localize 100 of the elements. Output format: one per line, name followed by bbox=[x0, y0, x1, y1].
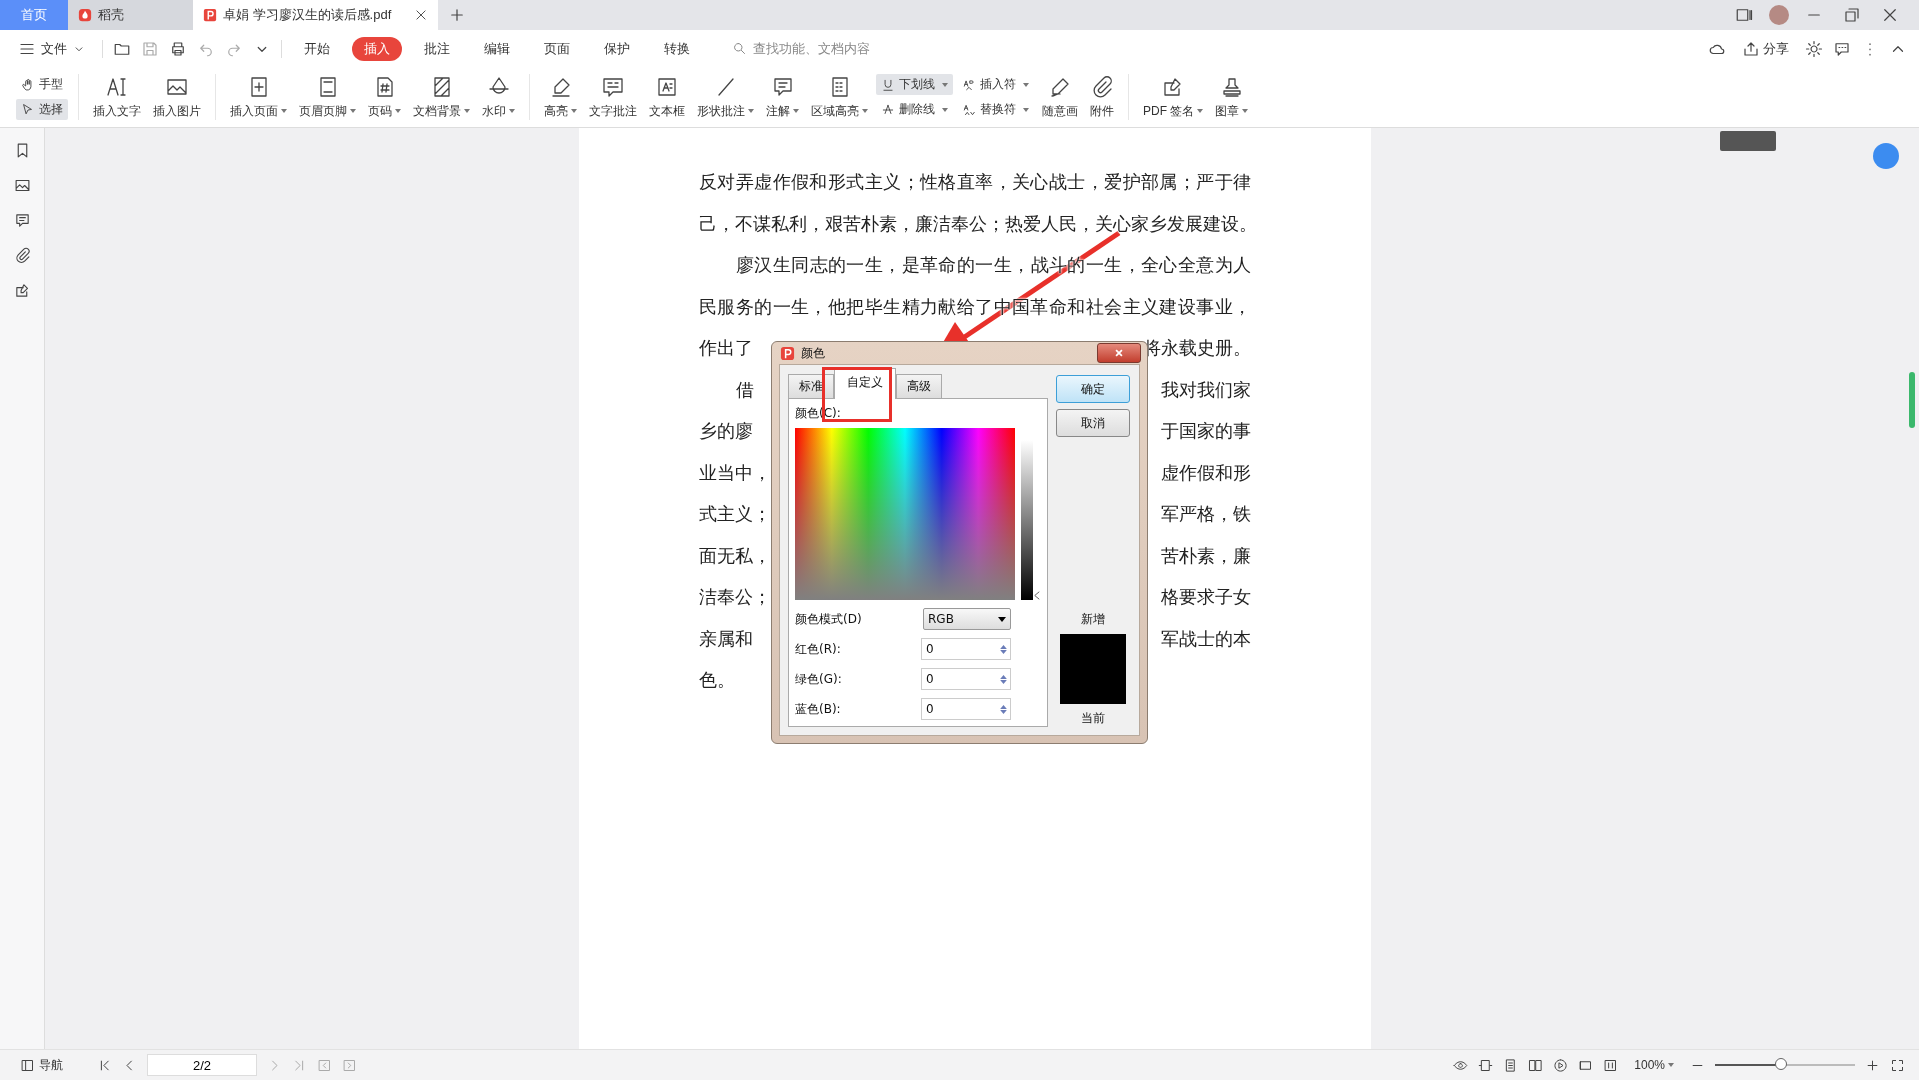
share-button[interactable]: 分享 bbox=[1736, 38, 1795, 59]
panel-icon bbox=[20, 1057, 35, 1073]
number-field[interactable]: 0 bbox=[921, 668, 1011, 690]
ribbon-tab[interactable]: 插入 bbox=[352, 36, 402, 61]
text-fragment: 虚作假和形 bbox=[1161, 461, 1251, 485]
tool-button[interactable]: 文字批注 bbox=[585, 72, 641, 122]
tool-button[interactable]: 文本框 bbox=[645, 72, 689, 122]
document-tab[interactable]: 卓娟 学习廖汉生的读后感.pdf bbox=[193, 0, 438, 30]
window-layout-icon[interactable] bbox=[1735, 6, 1753, 24]
field-label: 蓝色(B): bbox=[795, 700, 841, 718]
ribbon-tab[interactable]: 页面 bbox=[532, 36, 582, 61]
close-icon[interactable] bbox=[414, 8, 428, 22]
replace-mark-icon bbox=[962, 102, 976, 117]
signature-icon[interactable] bbox=[13, 282, 31, 299]
nav-button[interactable]: 导航 bbox=[14, 1055, 69, 1075]
spin-down-icon[interactable] bbox=[1000, 679, 1007, 684]
mode-dropdown[interactable]: RGB bbox=[923, 608, 1011, 630]
tool-button[interactable]: 插入符 bbox=[957, 74, 1034, 95]
tool-button[interactable]: 页眉页脚 bbox=[295, 72, 360, 122]
dialog-tab[interactable]: 高级 bbox=[896, 374, 942, 398]
tool-button[interactable]: 插入图片 bbox=[149, 72, 205, 122]
pdf-logo-icon bbox=[203, 8, 217, 22]
floating-button[interactable] bbox=[1873, 143, 1899, 169]
mode-button[interactable]: 选择 bbox=[16, 99, 68, 120]
file-menu[interactable]: 文件 bbox=[12, 38, 92, 59]
fit-page-icon[interactable] bbox=[1603, 1057, 1619, 1073]
tool-button[interactable]: 附件 bbox=[1086, 72, 1118, 122]
mode-button[interactable]: 手型 bbox=[16, 74, 68, 95]
page-field[interactable]: 2/2 bbox=[147, 1054, 257, 1076]
text-fragment: 我对我们家 bbox=[1161, 378, 1251, 402]
spin-up-icon[interactable] bbox=[1000, 704, 1007, 709]
tool-button[interactable]: 区域高亮 bbox=[807, 72, 872, 122]
spin-up-icon[interactable] bbox=[1000, 644, 1007, 649]
swatch-label: 当前 bbox=[1080, 710, 1106, 727]
number-field[interactable]: 0 bbox=[921, 638, 1011, 660]
text-fragment: 苦朴素，廉 bbox=[1161, 544, 1251, 568]
text-fragment: 式主义； bbox=[699, 503, 771, 526]
ribbon-tab[interactable]: 编辑 bbox=[472, 36, 522, 61]
ribbon-tab[interactable]: 保护 bbox=[592, 36, 642, 61]
text-fragment: 于国家的事 bbox=[1161, 420, 1251, 443]
ok-button[interactable]: 确定 bbox=[1056, 375, 1130, 403]
spin-down-icon[interactable] bbox=[1000, 709, 1007, 714]
scrollbar-thumb[interactable] bbox=[1909, 372, 1915, 428]
tool-button[interactable]: 替换符 bbox=[957, 99, 1034, 120]
tool-button[interactable]: 随意画 bbox=[1038, 72, 1082, 122]
text-line: 己，不谋私利，艰苦朴素，廉洁奉公；热爱人民，关心家乡发展建设。 bbox=[699, 212, 1251, 236]
two-page-icon[interactable] bbox=[1528, 1057, 1544, 1073]
spin-up-icon[interactable] bbox=[1000, 674, 1007, 679]
zoom-dropdown[interactable]: 100% bbox=[1628, 1057, 1680, 1073]
tool-button[interactable]: 删除线 bbox=[876, 99, 953, 120]
text-fragment: 军严格，铁 bbox=[1161, 503, 1251, 526]
number-field[interactable]: 0 bbox=[921, 698, 1011, 720]
document-tab[interactable]: 稻壳 bbox=[68, 0, 193, 30]
tool-button[interactable]: 插入页面 bbox=[226, 72, 291, 122]
color-swatch bbox=[1060, 634, 1126, 704]
tool-button[interactable]: 高亮 bbox=[540, 72, 581, 122]
text-fragment: 借 bbox=[735, 378, 754, 402]
tab-label: 稻壳 bbox=[98, 6, 124, 24]
text-line: 色。 bbox=[699, 669, 735, 692]
tool-button[interactable]: 图章 bbox=[1211, 72, 1253, 122]
ribbon-tab[interactable]: 转换 bbox=[652, 36, 702, 61]
tool-button[interactable]: 插入文字 bbox=[89, 72, 145, 122]
tool-button[interactable]: 水印 bbox=[478, 72, 519, 122]
close-icon[interactable] bbox=[1881, 6, 1899, 24]
flame-logo-icon bbox=[78, 8, 92, 22]
tool-button[interactable]: 形状批注 bbox=[693, 72, 758, 122]
zoom-in-icon[interactable] bbox=[1865, 1057, 1880, 1073]
print-icon[interactable] bbox=[169, 39, 187, 58]
image-icon[interactable] bbox=[13, 177, 31, 194]
zoom-slider-thumb[interactable] bbox=[1774, 1058, 1787, 1070]
tool-button[interactable]: 注解 bbox=[762, 72, 803, 122]
tool-button[interactable]: PDF 签名 bbox=[1139, 72, 1208, 122]
paperclip-icon[interactable] bbox=[13, 247, 31, 264]
cancel-button[interactable]: 取消 bbox=[1056, 409, 1130, 437]
tool-button[interactable]: 下划线 bbox=[876, 74, 953, 95]
tab-label: 卓娟 学习廖汉生的读后感.pdf bbox=[223, 6, 393, 24]
settings-icon[interactable] bbox=[1805, 39, 1823, 58]
dialog-tab[interactable]: 标准 bbox=[788, 374, 834, 398]
text-fragment: 格要求子女 bbox=[1161, 586, 1251, 609]
search-icon bbox=[732, 41, 747, 56]
spin-down-icon[interactable] bbox=[1000, 649, 1007, 654]
slider-pointer-icon[interactable] bbox=[1034, 591, 1040, 600]
new-tab-icon[interactable] bbox=[448, 6, 466, 24]
fullscreen-icon[interactable] bbox=[1890, 1057, 1905, 1073]
ribbon-tab[interactable]: 批注 bbox=[412, 36, 462, 61]
ribbon-tab[interactable]: 开始 bbox=[292, 36, 342, 61]
luminance-bar[interactable] bbox=[1021, 440, 1033, 600]
paperclip-icon bbox=[1090, 74, 1114, 99]
restore-icon[interactable] bbox=[1843, 6, 1861, 24]
field-label: 红色(R): bbox=[795, 640, 841, 658]
fit-width-icon[interactable] bbox=[1478, 1057, 1494, 1073]
dialog-tab[interactable]: 自定义 bbox=[834, 368, 896, 399]
tool-button[interactable]: 页码 bbox=[364, 72, 405, 122]
close-button[interactable] bbox=[1097, 343, 1141, 363]
color-spectrum[interactable] bbox=[795, 428, 1015, 600]
comment-icon[interactable] bbox=[13, 212, 31, 229]
underline-icon bbox=[881, 77, 895, 92]
tool-button[interactable]: 文档背景 bbox=[409, 72, 474, 122]
play-icon[interactable] bbox=[1553, 1057, 1569, 1073]
tab-label: 首页 bbox=[21, 6, 47, 24]
